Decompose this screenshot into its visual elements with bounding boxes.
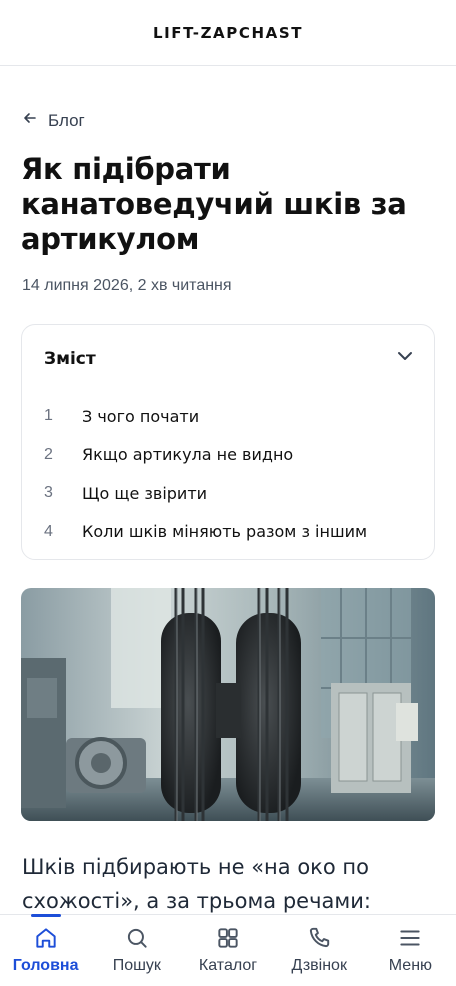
toc-title: Зміст: [44, 348, 96, 369]
top-header: LIFT-ZAPCHAST: [0, 0, 456, 66]
tab-label: Пошук: [112, 957, 161, 974]
back-link-label: Блог: [48, 110, 85, 130]
tab-search[interactable]: Пошук: [91, 915, 182, 986]
tab-call[interactable]: Дзвінок: [274, 915, 365, 986]
toc-item-label[interactable]: Якщо артикула не видно: [82, 445, 293, 464]
home-icon: [33, 925, 59, 951]
chevron-down-icon[interactable]: [394, 345, 416, 372]
toc-toggle[interactable]: Зміст: [44, 345, 416, 372]
menu-icon: [397, 925, 423, 951]
toc-list: 1 З чого почати 2 Якщо артикула не видно…: [44, 397, 424, 551]
tab-label: Каталог: [198, 957, 258, 974]
tab-home[interactable]: Головна: [0, 914, 91, 986]
toc-item-label[interactable]: З чого почати: [82, 407, 199, 426]
article-meta: 14 липня 2026, 2 хв читання: [22, 277, 232, 294]
active-tab-indicator: [30, 914, 61, 917]
toc-item-number: 4: [44, 522, 53, 540]
toc-item-number: 2: [44, 445, 53, 463]
article-title: Як підібрати канатоведучий шків за артик…: [21, 152, 407, 256]
tab-label: Меню: [388, 957, 433, 974]
toc-item-number: 1: [44, 407, 53, 425]
toc-item[interactable]: 3 Що ще звірити: [44, 474, 424, 513]
search-icon: [124, 925, 150, 951]
site-logo[interactable]: LIFT-ZAPCHAST: [153, 24, 303, 42]
grid-icon: [215, 925, 241, 951]
tab-label: Головна: [12, 957, 79, 974]
tab-label: Дзвінок: [291, 957, 347, 974]
tab-menu[interactable]: Меню: [365, 915, 456, 986]
bottom-tab-bar: Головна Пошук Каталог Дзвінок Меню: [0, 914, 456, 986]
toc-item-label[interactable]: Коли шків міняють разом з іншим: [82, 522, 367, 541]
toc-item[interactable]: 1 З чого почати: [44, 397, 424, 436]
article-hero-image: [21, 588, 435, 821]
tab-catalog[interactable]: Каталог: [182, 915, 273, 986]
toc-item-label[interactable]: Що ще звірити: [82, 484, 207, 503]
back-to-blog-link[interactable]: Блог: [22, 110, 85, 131]
toc-item[interactable]: 4 Коли шків міняють разом з іншим: [44, 513, 424, 552]
toc-item[interactable]: 2 Якщо артикула не видно: [44, 436, 424, 475]
phone-icon: [306, 925, 332, 951]
toc-item-number: 3: [44, 484, 53, 502]
arrow-left-icon: [22, 110, 38, 131]
article-intro-text: Шків підбирають не «на око по схожості»,…: [22, 855, 371, 913]
table-of-contents: Зміст 1 З чого почати 2 Якщо артикула не…: [21, 324, 435, 560]
